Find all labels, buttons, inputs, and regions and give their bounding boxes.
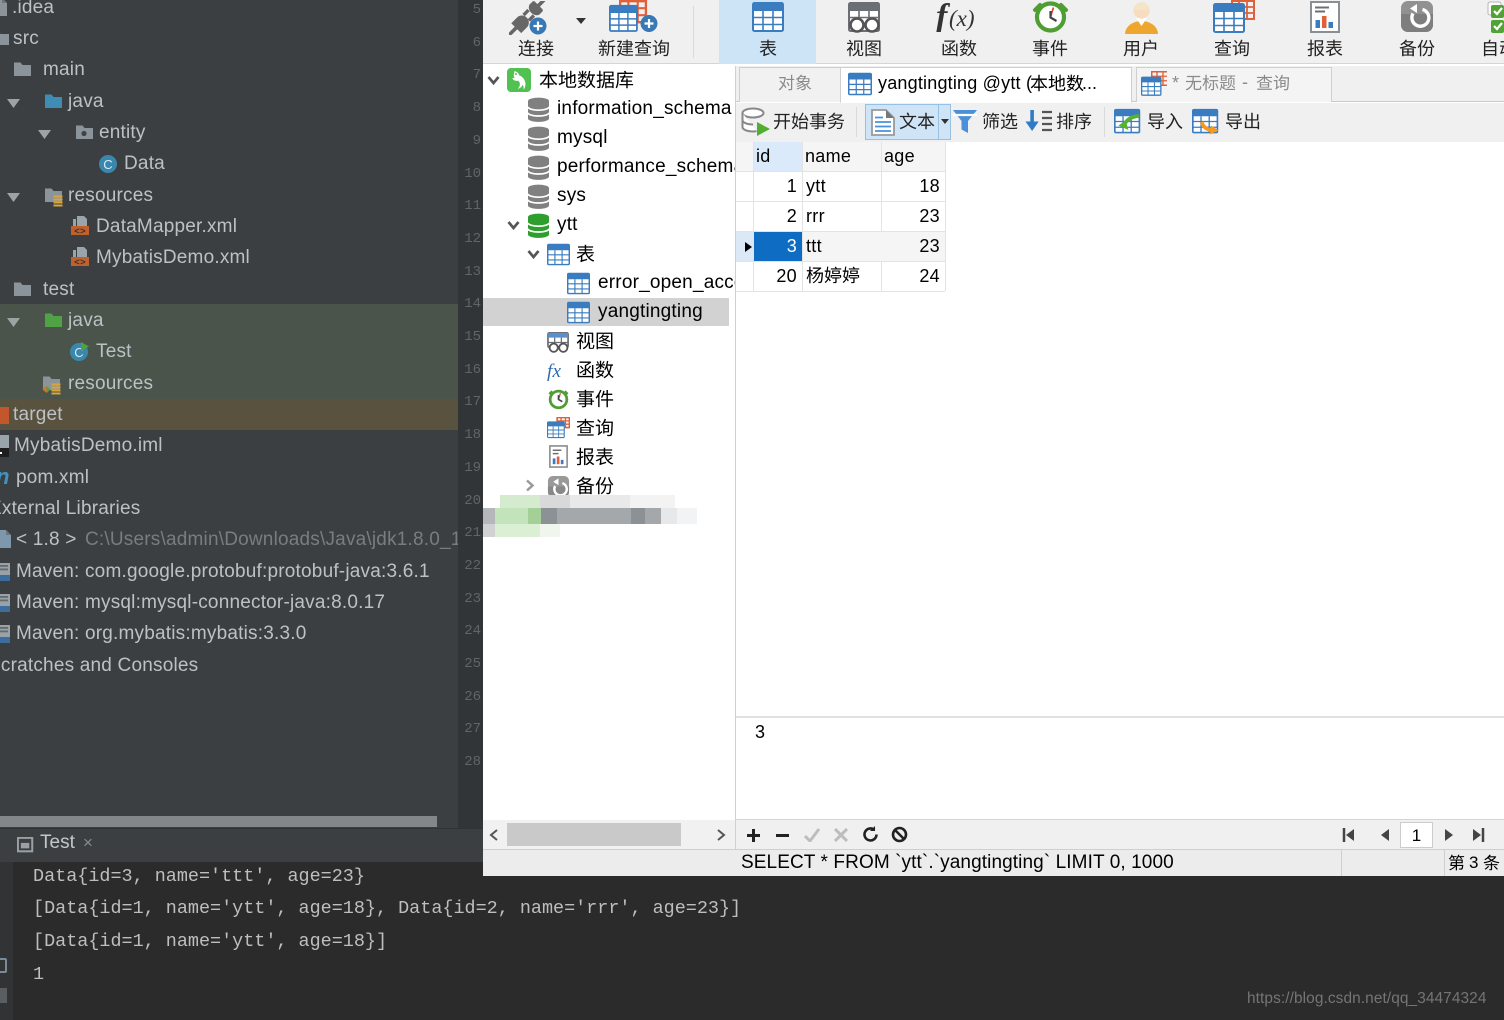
svg-text:<>: <> [74, 257, 86, 268]
svg-text:C: C [103, 157, 113, 172]
svg-text:(x): (x) [949, 6, 975, 31]
svg-text:fx: fx [547, 361, 562, 382]
svg-text:<>: <> [74, 226, 86, 237]
